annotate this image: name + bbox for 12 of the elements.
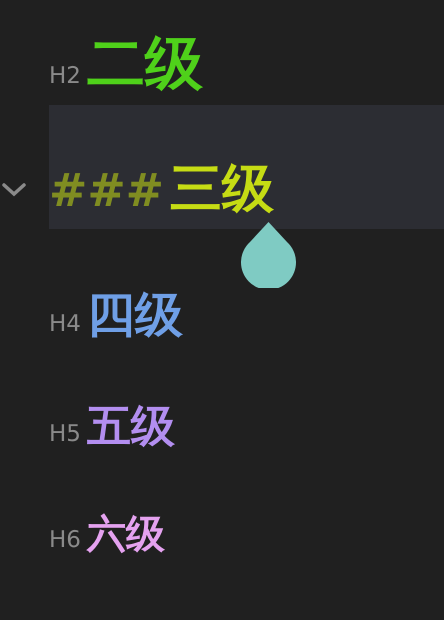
heading-text: 六级 — [86, 515, 165, 554]
cursor-handle[interactable] — [241, 222, 296, 288]
chevron-down-icon[interactable] — [2, 183, 26, 197]
heading-text: 二级 — [86, 34, 203, 92]
heading-text: 三级 — [170, 163, 274, 215]
markdown-marker: ### — [49, 168, 164, 214]
heading-level-label: H6 — [49, 529, 81, 552]
heading-level-label: H2 — [49, 65, 81, 88]
heading-level-label: H5 — [49, 423, 81, 446]
heading-text: 五级 — [86, 405, 175, 449]
heading-text: 四级 — [86, 291, 183, 339]
heading-level-label: H4 — [49, 313, 81, 336]
